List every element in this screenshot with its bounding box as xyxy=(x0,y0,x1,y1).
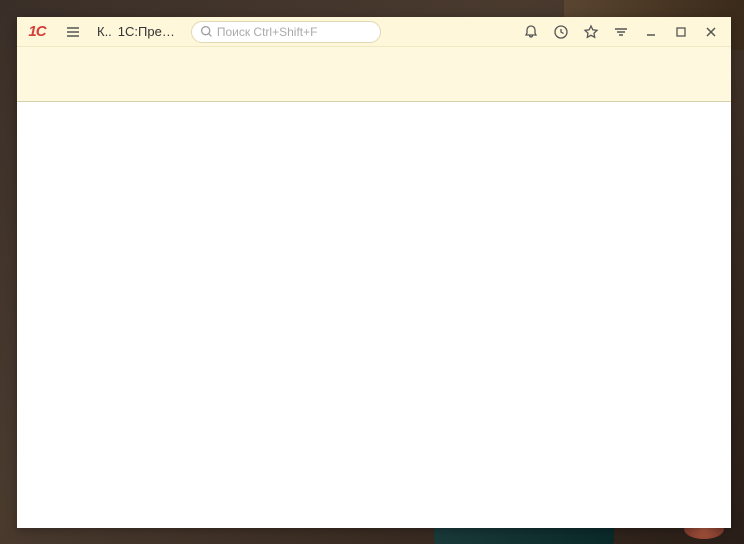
hamburger-menu-button[interactable] xyxy=(59,18,87,46)
notifications-button[interactable] xyxy=(517,18,545,46)
breadcrumb: К.. 1С:Пре… xyxy=(97,24,175,39)
close-button[interactable] xyxy=(697,18,725,46)
search-icon xyxy=(200,25,213,38)
minimize-icon xyxy=(643,24,659,40)
search-box[interactable] xyxy=(191,21,381,43)
menu-icon xyxy=(65,24,81,40)
bell-icon xyxy=(523,24,539,40)
titlebar-right-icons xyxy=(517,18,725,46)
filter-button[interactable] xyxy=(607,18,635,46)
star-icon xyxy=(583,24,599,40)
history-icon xyxy=(553,24,569,40)
app-logo[interactable]: 1C xyxy=(23,23,51,41)
logo-text: 1C xyxy=(28,23,45,40)
toolbar-area xyxy=(17,47,731,102)
history-button[interactable] xyxy=(547,18,575,46)
titlebar: 1C К.. 1С:Пре… xyxy=(17,17,731,47)
maximize-icon xyxy=(673,24,689,40)
search-input[interactable] xyxy=(217,25,372,39)
breadcrumb-item[interactable]: 1С:Пре… xyxy=(118,24,175,39)
application-window: 1C К.. 1С:Пре… xyxy=(17,17,731,528)
favorites-button[interactable] xyxy=(577,18,605,46)
close-icon xyxy=(703,24,719,40)
filter-lines-icon xyxy=(613,24,629,40)
maximize-button[interactable] xyxy=(667,18,695,46)
minimize-button[interactable] xyxy=(637,18,665,46)
content-area xyxy=(17,102,731,528)
breadcrumb-item[interactable]: К.. xyxy=(97,24,112,39)
